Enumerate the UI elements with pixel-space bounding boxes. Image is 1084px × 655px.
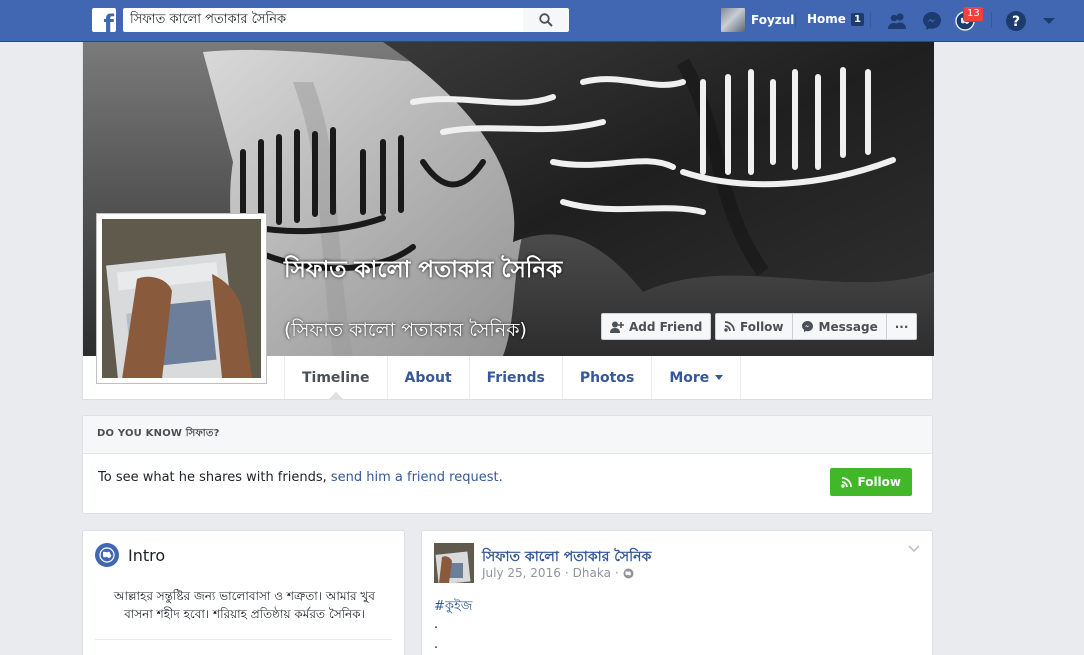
help-icon[interactable]: ? — [1005, 10, 1027, 32]
add-friend-icon — [610, 321, 624, 333]
tab-label: Friends — [486, 369, 545, 386]
nav-divider — [991, 12, 992, 28]
message-button[interactable]: Message — [793, 314, 887, 339]
tab-photos[interactable]: Photos — [563, 356, 653, 399]
svg-text:?: ? — [1012, 14, 1020, 30]
public-globe-icon — [623, 568, 634, 578]
post-date[interactable]: July 25, 2016 — [482, 566, 561, 580]
follow-button[interactable]: Follow — [716, 314, 793, 339]
do-you-know-body: To see what he shares with friends, send… — [83, 454, 932, 501]
intro-title: Intro — [128, 545, 166, 565]
add-friend-button[interactable]: Add Friend — [601, 313, 712, 340]
profile-picture-image — [102, 219, 261, 378]
nav-profile-link[interactable]: Foyzul — [721, 8, 794, 32]
search-button[interactable] — [523, 8, 569, 32]
nav-divider — [870, 12, 871, 28]
do-you-know-text: To see what he shares with friends, — [98, 470, 331, 485]
caret-down-icon — [715, 375, 724, 380]
message-label: Message — [818, 319, 878, 334]
do-you-know-card: DO YOU KNOW সিফাত? To see what he shares… — [82, 415, 933, 514]
meta-separator: · — [614, 566, 619, 580]
post-meta: July 25, 2016 · Dhaka · — [482, 566, 634, 580]
tab-label: Timeline — [302, 369, 370, 386]
tab-about[interactable]: About — [388, 356, 470, 399]
caret-down-icon[interactable] — [1038, 10, 1060, 32]
post-location[interactable]: Dhaka — [573, 566, 611, 580]
top-navigation-bar: f Foyzul Home 1 13 ? — [0, 0, 1084, 42]
rss-follow-icon — [841, 476, 853, 488]
do-you-know-header: DO YOU KNOW সিফাত? — [83, 416, 932, 454]
nav-user-name: Foyzul — [751, 13, 795, 27]
profile-picture[interactable] — [96, 213, 267, 384]
intro-header: Intro — [95, 543, 165, 567]
chevron-down-icon[interactable] — [908, 545, 920, 553]
more-options-button[interactable]: ··· — [887, 314, 917, 339]
add-friend-label: Add Friend — [629, 319, 703, 334]
notifications-count-badge: 13 — [963, 6, 984, 22]
nav-home-link[interactable]: Home 1 — [807, 12, 864, 26]
search-icon — [539, 13, 553, 27]
tab-label: Photos — [579, 369, 635, 386]
profile-alternate-name: (সিফাত কালো পতাকার সৈনিক) — [284, 319, 527, 341]
profile-name[interactable]: সিফাত কালো পতাকার সৈনিক — [284, 256, 584, 285]
intro-card: Intro আল্লাহর সন্তুষ্টির জন্য ভালোবাসা ও… — [82, 530, 405, 655]
more-options-icon: ··· — [894, 319, 909, 334]
facebook-logo-icon[interactable]: f — [92, 8, 116, 32]
globe-icon — [95, 543, 119, 567]
newspaper-photo — [102, 219, 261, 378]
messenger-icon[interactable] — [921, 10, 943, 32]
intro-divider — [95, 639, 392, 640]
timeline-post: সিফাত কালো পতাকার সৈনিক July 25, 2016 · … — [421, 530, 933, 655]
friend-requests-icon[interactable] — [886, 10, 908, 32]
post-hashtag-link[interactable]: #কুইজ — [434, 597, 472, 618]
post-text-line: . — [434, 637, 439, 652]
follow-label: Follow — [740, 319, 784, 334]
nav-divider — [795, 12, 796, 28]
post-author-avatar[interactable] — [434, 543, 474, 583]
tab-label: About — [404, 369, 452, 386]
rss-follow-icon — [724, 321, 735, 332]
home-count-badge: 1 — [850, 12, 864, 26]
avatar — [721, 8, 745, 32]
post-text-line: . — [434, 617, 439, 632]
tab-friends[interactable]: Friends — [470, 356, 563, 399]
messenger-icon — [801, 321, 813, 332]
intro-bio: আল্লাহর সন্তুষ্টির জন্য ভালোবাসা ও শত্রু… — [114, 589, 375, 621]
send-friend-request-link[interactable]: send him a friend request. — [331, 470, 503, 485]
profile-tabs: Timeline About Friends Photos More — [284, 356, 742, 399]
tab-more[interactable]: More — [652, 356, 742, 399]
search-input[interactable] — [123, 8, 523, 32]
nav-home-label: Home — [807, 12, 846, 26]
tab-timeline[interactable]: Timeline — [284, 356, 388, 399]
follow-label: Follow — [857, 475, 901, 489]
meta-separator: · — [564, 566, 569, 580]
tab-label: More — [669, 369, 710, 386]
profile-action-group: Follow Message ··· — [715, 313, 918, 340]
follow-button-green[interactable]: Follow — [830, 468, 912, 496]
